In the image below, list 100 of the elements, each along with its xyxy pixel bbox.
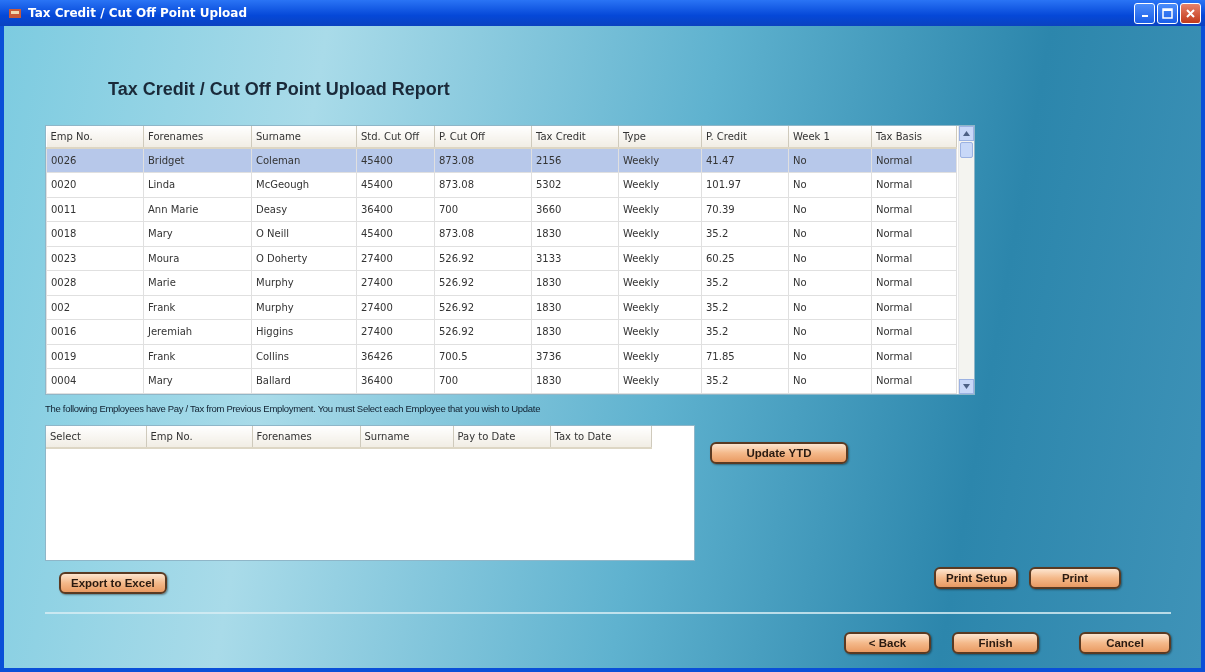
table-cell: No bbox=[788, 319, 872, 344]
table-row[interactable]: 0011 Ann Marie Deasy 36400 700 3660 Weekly 70.39 No Normal bbox=[46, 197, 957, 222]
table-cell: Normal bbox=[871, 270, 957, 295]
table-cell: Weekly bbox=[618, 368, 702, 393]
table-row[interactable]: 0018 Mary O Neill 45400 873.08 1830 Weekly 35.2 No Normal bbox=[46, 221, 957, 246]
table-cell: 45400 bbox=[356, 172, 435, 197]
table-cell: 0016 bbox=[46, 319, 144, 344]
table-cell: No bbox=[788, 172, 872, 197]
table-cell: Bridget bbox=[143, 148, 252, 173]
column-header[interactable]: Surname bbox=[251, 126, 357, 148]
table-cell: Mary bbox=[143, 221, 252, 246]
table-cell: Weekly bbox=[618, 172, 702, 197]
column-header[interactable]: Pay to Date bbox=[453, 426, 550, 448]
table-cell: 45400 bbox=[356, 148, 435, 173]
table-cell: 3736 bbox=[531, 344, 619, 369]
column-header[interactable]: Week 1 bbox=[788, 126, 872, 148]
table-cell: Normal bbox=[871, 221, 957, 246]
table-cell: Deasy bbox=[251, 197, 357, 222]
table-cell: 70.39 bbox=[701, 197, 789, 222]
column-header[interactable]: Type bbox=[618, 126, 702, 148]
table-cell: 0023 bbox=[46, 246, 144, 271]
column-header[interactable]: Forenames bbox=[143, 126, 252, 148]
column-header[interactable]: Std. Cut Off bbox=[356, 126, 435, 148]
table-cell: 101.97 bbox=[701, 172, 789, 197]
table-cell: 0019 bbox=[46, 344, 144, 369]
table-cell: 1830 bbox=[531, 221, 619, 246]
finish-button[interactable]: Finish bbox=[952, 632, 1039, 654]
table-cell: 36426 bbox=[356, 344, 435, 369]
table-cell: No bbox=[788, 221, 872, 246]
table-cell: Coleman bbox=[251, 148, 357, 173]
column-header[interactable]: P. Cut Off bbox=[434, 126, 532, 148]
table-cell: 27400 bbox=[356, 319, 435, 344]
report-heading: Tax Credit / Cut Off Point Upload Report bbox=[108, 78, 451, 101]
table-cell: 002 bbox=[46, 295, 144, 320]
table-cell: 526.92 bbox=[434, 295, 532, 320]
minimize-button[interactable] bbox=[1134, 2, 1155, 24]
column-header[interactable]: Emp No. bbox=[46, 126, 144, 148]
table-cell: Weekly bbox=[618, 270, 702, 295]
table-cell: O Doherty bbox=[251, 246, 357, 271]
table-cell: 3133 bbox=[531, 246, 619, 271]
column-header[interactable]: P. Credit bbox=[701, 126, 789, 148]
maximize-button[interactable] bbox=[1157, 2, 1178, 24]
table-cell: Weekly bbox=[618, 197, 702, 222]
table-row[interactable]: 0019 Frank Collins 36426 700.5 3736 Weekly 71.85 No Normal bbox=[46, 344, 957, 369]
close-icon bbox=[1185, 7, 1196, 19]
close-button[interactable] bbox=[1180, 2, 1201, 24]
table-cell: Collins bbox=[251, 344, 357, 369]
print-setup-button[interactable]: Print Setup bbox=[934, 567, 1018, 589]
table-cell: No bbox=[788, 270, 872, 295]
print-button[interactable]: Print bbox=[1029, 567, 1121, 589]
table-cell: Normal bbox=[871, 368, 957, 393]
table-row[interactable]: 0026 Bridget Coleman 45400 873.08 2156 Weekly 41.47 No Normal bbox=[46, 148, 957, 173]
table-cell: 27400 bbox=[356, 246, 435, 271]
table-cell: 0028 bbox=[46, 270, 144, 295]
table-row[interactable]: 0020 Linda McGeough 45400 873.08 5302 Weekly 101.97 No Normal bbox=[46, 172, 957, 197]
table-cell: 526.92 bbox=[434, 319, 532, 344]
table-cell: 0026 bbox=[46, 148, 144, 173]
table-row[interactable]: 002 Frank Murphy 27400 526.92 1830 Weekly 35.2 No Normal bbox=[46, 295, 957, 320]
table-cell: 41.47 bbox=[701, 148, 789, 173]
table-row[interactable]: 0004 Mary Ballard 36400 700 1830 Weekly 35.2 No Normal bbox=[46, 368, 957, 393]
table-cell: 0004 bbox=[46, 368, 144, 393]
table-row[interactable]: 0023 Moura O Doherty 27400 526.92 3133 Weekly 60.25 No Normal bbox=[46, 246, 957, 271]
app-icon bbox=[8, 6, 22, 20]
table-cell: 45400 bbox=[356, 221, 435, 246]
scrollbar[interactable] bbox=[958, 126, 974, 394]
table-cell: 700 bbox=[434, 197, 532, 222]
table-cell: Normal bbox=[871, 197, 957, 222]
back-button[interactable]: < Back bbox=[844, 632, 931, 654]
table-cell: Weekly bbox=[618, 295, 702, 320]
table-cell: No bbox=[788, 148, 872, 173]
table-cell: 71.85 bbox=[701, 344, 789, 369]
table-cell: Frank bbox=[143, 344, 252, 369]
table-cell: Normal bbox=[871, 246, 957, 271]
table-cell: 700.5 bbox=[434, 344, 532, 369]
table-row[interactable]: 0028 Marie Murphy 27400 526.92 1830 Weekly 35.2 No Normal bbox=[46, 270, 957, 295]
scroll-thumb[interactable] bbox=[960, 142, 973, 158]
column-header[interactable]: Select bbox=[46, 426, 146, 448]
table-cell: 0020 bbox=[46, 172, 144, 197]
scroll-up-icon[interactable] bbox=[959, 126, 974, 141]
update-ytd-button[interactable]: Update YTD bbox=[710, 442, 848, 464]
table-cell: 35.2 bbox=[701, 319, 789, 344]
column-header[interactable]: Emp No. bbox=[146, 426, 252, 448]
table-cell: O Neill bbox=[251, 221, 357, 246]
table-cell: 35.2 bbox=[701, 295, 789, 320]
table-cell: Marie bbox=[143, 270, 252, 295]
table-cell: 1830 bbox=[531, 368, 619, 393]
cancel-button[interactable]: Cancel bbox=[1079, 632, 1171, 654]
minimize-icon bbox=[1141, 15, 1148, 17]
table-row[interactable]: 0016 Jeremiah Higgins 27400 526.92 1830 Weekly 35.2 No Normal bbox=[46, 319, 957, 344]
table-cell: 2156 bbox=[531, 148, 619, 173]
column-header[interactable]: Tax to Date bbox=[550, 426, 651, 448]
table-cell: 700 bbox=[434, 368, 532, 393]
column-header[interactable]: Surname bbox=[360, 426, 453, 448]
column-header[interactable]: Tax Credit bbox=[531, 126, 619, 148]
export-button[interactable]: Export to Excel bbox=[59, 572, 167, 594]
scroll-down-icon[interactable] bbox=[959, 379, 974, 394]
table-cell: Weekly bbox=[618, 221, 702, 246]
table-cell: Ann Marie bbox=[143, 197, 252, 222]
column-header[interactable]: Forenames bbox=[252, 426, 360, 448]
column-header[interactable]: Tax Basis bbox=[871, 126, 957, 148]
